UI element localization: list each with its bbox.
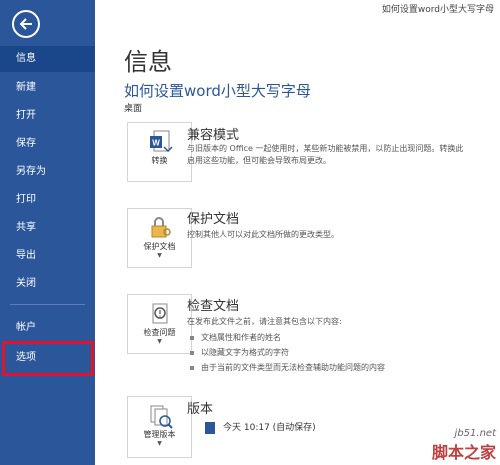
sidebar-item-save-as[interactable]: 另存为	[0, 159, 95, 185]
watermark-name: 脚本之家	[431, 443, 496, 462]
page-title: 信息	[124, 48, 172, 76]
sidebar-item-account[interactable]: 帐户	[0, 315, 95, 341]
version-entry[interactable]: 今天 10:17 (自动保存)	[205, 420, 316, 434]
bullet-icon	[190, 350, 194, 355]
bullet-icon	[190, 365, 194, 370]
convert-button[interactable]: W 转换	[127, 122, 192, 182]
sidebar-item-info[interactable]: 信息	[0, 46, 95, 72]
document-title: 如何设置word小型大写字母	[124, 82, 311, 100]
manage-versions-button[interactable]: 管理版本 ▼	[127, 396, 192, 458]
list-item: 文档属性和作者的姓名	[190, 332, 281, 343]
protect-document-button-label: 保护文档	[143, 242, 176, 251]
sidebar-item-open[interactable]: 打开	[0, 103, 95, 129]
sidebar-item-new[interactable]: 新建	[0, 75, 95, 101]
svg-text:W: W	[152, 139, 160, 148]
sidebar-item-save[interactable]: 保存	[0, 131, 95, 157]
sidebar-item-share[interactable]: 共享	[0, 215, 95, 241]
convert-word-icon: W	[150, 130, 173, 153]
compat-mode-text: 与旧版本的 Office 一起使用时，某些新功能被禁用，以防止出现问题。转换此 …	[187, 144, 464, 165]
list-item: 由于当前的文件类型而无法检查辅助功能问题的内容	[190, 362, 385, 373]
inspect-document-heading: 检查文档	[187, 299, 240, 314]
check-issues-button[interactable]: 检查问题 ▼	[127, 294, 192, 354]
chevron-down-icon: ▼	[157, 440, 162, 447]
sidebar-item-close[interactable]: 关闭	[0, 271, 95, 297]
convert-button-label: 转换	[151, 156, 168, 165]
versions-heading: 版本	[187, 402, 214, 417]
options-highlight-box	[2, 341, 94, 376]
protect-document-button[interactable]: 保护文档 ▼	[127, 208, 192, 268]
window-title: 如何设置word小型大写字母	[381, 5, 494, 15]
watermark: jb51.net 脚本之家	[432, 428, 496, 463]
list-item: 以隐藏文字为格式的字符	[190, 347, 289, 358]
protect-document-text: 控制其他人可以对此文档所做的更改类型。	[187, 230, 339, 239]
protect-document-heading: 保护文档	[187, 212, 240, 227]
bullet-icon	[190, 335, 194, 340]
inspect-document-text: 在发布此文件之前，请注意其包含以下内容:	[187, 317, 342, 326]
sidebar-divider	[10, 304, 85, 305]
lock-key-icon	[151, 217, 171, 238]
word-file-icon	[205, 421, 215, 434]
chevron-down-icon: ▼	[157, 252, 162, 259]
watermark-site: jb51.net	[454, 428, 496, 439]
backstage-sidebar: 信息 新建 打开 保存 另存为 打印 共享 导出 关闭 帐户 选项	[0, 0, 95, 465]
document-location: 桌面	[124, 104, 143, 114]
manage-versions-button-label: 管理版本	[143, 430, 176, 439]
compat-mode-heading: 兼容模式	[187, 128, 240, 143]
inspect-document-icon	[152, 303, 168, 324]
check-issues-button-label: 检查问题	[143, 328, 176, 337]
sidebar-item-print[interactable]: 打印	[0, 187, 95, 213]
sidebar-item-export[interactable]: 导出	[0, 243, 95, 269]
chevron-down-icon: ▼	[157, 338, 162, 345]
manage-versions-icon	[150, 405, 173, 429]
back-arrow-icon[interactable]	[12, 10, 40, 38]
